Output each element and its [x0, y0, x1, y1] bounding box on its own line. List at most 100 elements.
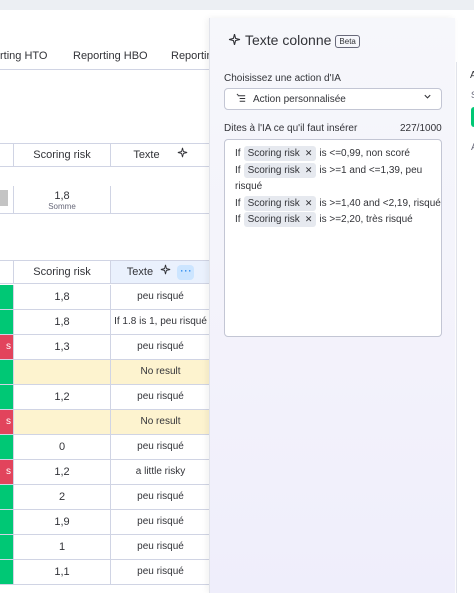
table-row[interactable]: 0 peu risqué [0, 435, 210, 460]
score-cell[interactable]: 1 [13, 535, 111, 559]
table1-header: Scoring risk Texte [0, 143, 210, 167]
status-cell[interactable] [0, 535, 13, 559]
rule-text: is <=0,99, non scoré [319, 148, 410, 159]
table-row[interactable]: s 1,2 a little risky [0, 460, 210, 485]
table2-header-text-label: Texte [126, 266, 154, 278]
rule-if: If [235, 214, 241, 225]
status-cell[interactable]: s [0, 410, 13, 434]
rule-text: is >=2,20, très risqué [319, 214, 413, 225]
tab-reporting-hto[interactable]: rting HTO [0, 50, 47, 62]
score-cell[interactable]: 1,8 [13, 310, 111, 334]
score-cell[interactable]: 1,3 [13, 335, 111, 359]
sparkle-icon[interactable] [160, 261, 171, 283]
action-label: Choisissez une action d'IA [224, 73, 341, 84]
panel-title-text: Texte colonne [245, 32, 332, 48]
score-cell[interactable]: 1,9 [13, 510, 111, 534]
score-cell[interactable]: 1,2 [13, 460, 111, 484]
chevron-down-icon [423, 92, 432, 104]
text-cell[interactable]: peu risqué [111, 335, 210, 359]
table2-header-score[interactable]: Scoring risk [14, 261, 111, 283]
text-cell[interactable]: peu risqué [111, 560, 210, 584]
text-cell[interactable]: peu risqué [111, 535, 210, 559]
status-cell[interactable] [0, 435, 13, 459]
score-cell[interactable] [13, 410, 111, 434]
text-cell[interactable]: peu risqué [111, 435, 210, 459]
tab-reporting-hbo[interactable]: Reporting HBO [73, 50, 148, 62]
rule-text: is >=1,40 and <2,19, risqué [319, 197, 441, 209]
table-row[interactable]: 1 peu risqué [0, 535, 210, 560]
close-icon[interactable]: ✕ [305, 198, 313, 208]
table-row[interactable]: 1,2 peu risqué [0, 385, 210, 410]
text-cell[interactable]: peu risqué [111, 285, 210, 309]
prompt-rule: If Scoring risk ✕ is >=1 and <=1,39, peu ri… [235, 162, 441, 196]
summary-value: 1,8 [54, 190, 70, 202]
action-select-value: Action personnalisée [253, 94, 346, 105]
view-tabs: rting HTO Reporting HBO Reportin [0, 44, 230, 70]
rule-if: If [235, 164, 241, 176]
table-row[interactable]: s No result [0, 410, 210, 435]
table2-header: Scoring risk Texte ··· [0, 260, 210, 284]
status-cell[interactable] [0, 485, 13, 509]
table1-header-text[interactable]: Texte [111, 144, 210, 166]
score-cell[interactable]: 1,8 [13, 285, 111, 309]
table1-header-score[interactable]: Scoring risk [14, 144, 111, 166]
column-menu-button[interactable]: ··· [177, 264, 195, 280]
panel-title: Texte colonne Beta [228, 32, 360, 49]
text-cell[interactable]: peu risqué [111, 510, 210, 534]
score-cell[interactable] [13, 360, 111, 384]
text-cell[interactable]: peu risqué [111, 485, 210, 509]
text-cell[interactable]: peu risqué [111, 385, 210, 409]
close-icon[interactable]: ✕ [305, 165, 313, 175]
score-cell[interactable]: 1,2 [13, 385, 111, 409]
top-strip [0, 0, 474, 10]
prompt-textarea[interactable]: If Scoring risk ✕ is <=0,99, non scoré If Sco… [224, 139, 442, 337]
tab-reporting[interactable]: Reportin [171, 50, 213, 62]
table-row[interactable]: 1,9 peu risqué [0, 510, 210, 535]
score-cell[interactable]: 0 [13, 435, 111, 459]
status-cell[interactable] [0, 360, 13, 384]
table-row[interactable]: 2 peu risqué [0, 485, 210, 510]
table-row[interactable]: 1,1 peu risqué [0, 560, 210, 585]
table-row[interactable]: 1,8 peu risqué [0, 285, 210, 310]
custom-action-icon [236, 93, 247, 107]
score-cell[interactable]: 1,1 [13, 560, 111, 584]
chip-label: Scoring risk [247, 214, 300, 225]
summary-status-bar [0, 190, 8, 206]
table-row[interactable]: 1,8 If 1.8 is 1, peu risqué [0, 310, 210, 335]
chip-label: Scoring risk [247, 148, 300, 159]
status-cell[interactable] [0, 310, 13, 334]
chip-label: Scoring risk [247, 197, 300, 209]
prompt-rule: If Scoring risk ✕ is >=1,40 and <2,19, risq… [235, 195, 441, 213]
summary-label: Somme [48, 202, 76, 211]
column-chip[interactable]: Scoring risk ✕ [243, 212, 317, 227]
right-strip-letter-a: A [470, 70, 474, 81]
char-counter: 227/1000 [400, 123, 442, 134]
text-cell[interactable]: No result [111, 360, 210, 384]
status-cell[interactable] [0, 385, 13, 409]
right-panel-strip: A S A [456, 62, 474, 593]
table-row[interactable]: No result [0, 360, 210, 385]
status-cell[interactable]: s [0, 460, 13, 484]
table1-summary-row: 1,8 Somme [0, 186, 210, 214]
table2-rows: 1,8 peu risqué 1,8 If 1.8 is 1, peu risqué s… [0, 285, 210, 585]
prompt-rule: If Scoring risk ✕ is <=0,99, non scoré [235, 146, 441, 163]
status-cell[interactable] [0, 510, 13, 534]
sparkle-icon[interactable] [177, 144, 188, 166]
column-chip[interactable]: Scoring risk ✕ [243, 195, 317, 211]
close-icon[interactable]: ✕ [305, 214, 313, 224]
text-cell[interactable]: No result [111, 410, 210, 434]
rule-if: If [235, 197, 241, 209]
chip-label: Scoring risk [247, 164, 300, 176]
action-select[interactable]: Action personnalisée [224, 88, 442, 110]
column-chip[interactable]: Scoring risk ✕ [243, 162, 317, 178]
score-cell[interactable]: 2 [13, 485, 111, 509]
status-cell[interactable] [0, 285, 13, 309]
text-cell[interactable]: If 1.8 is 1, peu risqué [111, 310, 210, 334]
table2-header-text[interactable]: Texte ··· [111, 261, 210, 283]
status-cell[interactable] [0, 560, 13, 584]
column-chip[interactable]: Scoring risk ✕ [243, 146, 317, 161]
text-cell[interactable]: a little risky [111, 460, 210, 484]
table-row[interactable]: s 1,3 peu risqué [0, 335, 210, 360]
status-cell[interactable]: s [0, 335, 13, 359]
close-icon[interactable]: ✕ [305, 148, 313, 158]
